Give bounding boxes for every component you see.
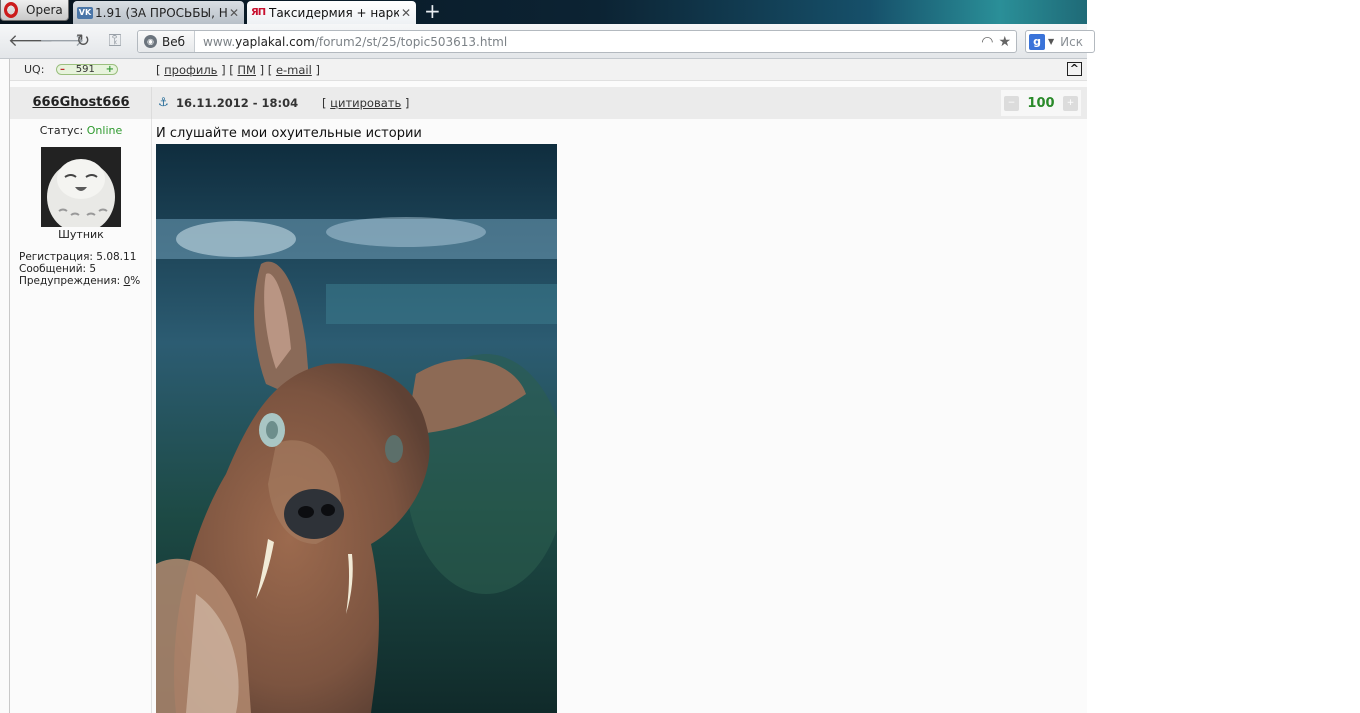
url-prefix: www. — [203, 34, 236, 49]
scroll-to-top-button[interactable]: ^ — [1066, 62, 1082, 76]
uq-label: UQ: — [24, 63, 45, 76]
vk-icon: VK — [77, 6, 93, 19]
user-status: Статус: Online — [10, 124, 152, 137]
new-tab-plus-icon[interactable]: + — [424, 1, 441, 21]
bracket: ] [ — [217, 63, 238, 77]
web-badge-label: Веб — [162, 34, 186, 49]
quote-button[interactable]: цитировать — [330, 96, 401, 110]
avatar[interactable] — [41, 147, 121, 227]
user-rank: Шутник — [58, 228, 104, 241]
email-link[interactable]: e-mail — [276, 63, 312, 77]
url-host: yaplakal.com — [235, 34, 315, 49]
post-date: 16.11.2012 - 18:04 — [176, 96, 299, 110]
username-link[interactable]: 666Ghost666 — [10, 95, 152, 110]
stat-label: Регистрация: — [19, 251, 93, 263]
uq-rating: – 591 + — [56, 64, 118, 75]
stat-registration: Регистрация: 5.08.11 — [19, 251, 140, 263]
user-info-column: Статус: Online Шутник Регистрация: 5.08.… — [10, 119, 152, 713]
uq-plus-button[interactable]: + — [106, 65, 114, 75]
post-header: 666Ghost666 ⚓ 16.11.2012 - 18:04 [ цитир… — [10, 87, 1087, 119]
key-icon[interactable]: ⚿ — [104, 31, 126, 51]
web-badge[interactable]: ◉ Веб — [138, 31, 196, 52]
bracket: [ — [156, 63, 165, 77]
taxidermy-photo — [156, 144, 557, 713]
close-icon[interactable]: ✕ — [399, 6, 413, 20]
tab-yaplakal[interactable]: ЯП Таксидермия + нарко... ✕ — [247, 1, 416, 24]
close-icon[interactable]: ✕ — [227, 6, 241, 20]
bookmark-star-icon[interactable]: ★ — [998, 34, 1011, 50]
url-path: /forum2/st/25/topic503613.html — [314, 34, 508, 49]
rss-icon[interactable]: ◠ — [981, 34, 993, 50]
bracket: ] [ — [255, 63, 276, 77]
rating-value: 100 — [1027, 95, 1055, 111]
stat-label: Предупреждения: — [19, 275, 121, 287]
status-online: Online — [86, 124, 123, 137]
profile-links: [ профиль ] [ ПМ ] [ e-mail ] — [156, 63, 320, 77]
search-placeholder: Иск — [1060, 34, 1083, 49]
tab-title: 1.91 (ЗА ПРОСЬБЫ, Н... — [95, 5, 227, 20]
tab-title: Таксидермия + нарко... — [269, 5, 399, 20]
url-text[interactable]: www.yaplakal.com/forum2/st/25/topic50361… — [195, 35, 981, 49]
vote-down-icon[interactable]: − — [1004, 95, 1019, 111]
post-user-cell: 666Ghost666 — [10, 87, 152, 119]
back-arrow-icon[interactable]: 🡐 — [8, 31, 54, 51]
post-text: И слушайте мои охуительные истории — [156, 126, 422, 141]
stat-messages: Сообщений: 5 — [19, 263, 140, 275]
uq-bar: UQ: – 591 + [ профиль ] [ ПМ ] [ e-mail … — [10, 59, 1087, 81]
stat-value: 5.08.11 — [96, 251, 137, 263]
stat-label: Сообщений: — [19, 263, 87, 275]
anchor-icon[interactable]: ⚓ — [158, 95, 169, 109]
search-field[interactable]: g ▼ Иск — [1025, 30, 1095, 53]
user-stats: Регистрация: 5.08.11 Сообщений: 5 Предуп… — [19, 251, 140, 287]
quote-link: [ цитировать ] — [322, 96, 409, 110]
bracket: ] — [401, 96, 410, 110]
forward-arrow-icon[interactable]: 🡒 — [39, 31, 85, 51]
post-image[interactable] — [156, 144, 557, 713]
profile-link[interactable]: профиль — [164, 63, 217, 77]
vote-up-icon[interactable]: + — [1062, 95, 1078, 111]
uq-minus-button[interactable]: – — [60, 65, 65, 75]
stat-value: 5 — [89, 263, 97, 275]
bracket: ] — [311, 63, 320, 77]
opera-menu-label: Opera — [26, 3, 63, 17]
stat-suffix: % — [130, 275, 141, 287]
uq-value: 591 — [75, 64, 95, 75]
bracket: [ — [322, 96, 331, 110]
yaplakal-icon: ЯП — [251, 6, 266, 18]
stat-warnings: Предупреждения: 0% — [19, 275, 140, 287]
tab-bar: Opera VK 1.91 (ЗА ПРОСЬБЫ, Н... ✕ ЯП Так… — [0, 0, 1087, 24]
globe-icon: ◉ — [144, 35, 157, 48]
tab-vk[interactable]: VK 1.91 (ЗА ПРОСЬБЫ, Н... ✕ — [73, 1, 244, 24]
forum-page: UQ: – 591 + [ профиль ] [ ПМ ] [ e-mail … — [0, 59, 1087, 713]
opera-logo-icon — [4, 2, 18, 18]
status-label: Статус: — [39, 124, 84, 137]
snowy-owl-avatar-image — [41, 147, 121, 227]
address-bar[interactable]: ◉ Веб www.yaplakal.com/forum2/st/25/topi… — [137, 30, 1017, 53]
pm-link[interactable]: ПМ — [237, 63, 256, 77]
opera-menu-button[interactable]: Opera — [0, 0, 69, 21]
google-icon[interactable]: g — [1029, 33, 1045, 50]
reload-icon[interactable]: ↻ — [72, 31, 94, 51]
browser-toolbar: 🡐 🡒 ↻ ⚿ ◉ Веб www.yaplakal.com/forum2/st… — [0, 24, 1095, 59]
chevron-down-icon[interactable]: ▼ — [1048, 37, 1054, 46]
post-rating: − 100 + — [1001, 90, 1081, 116]
